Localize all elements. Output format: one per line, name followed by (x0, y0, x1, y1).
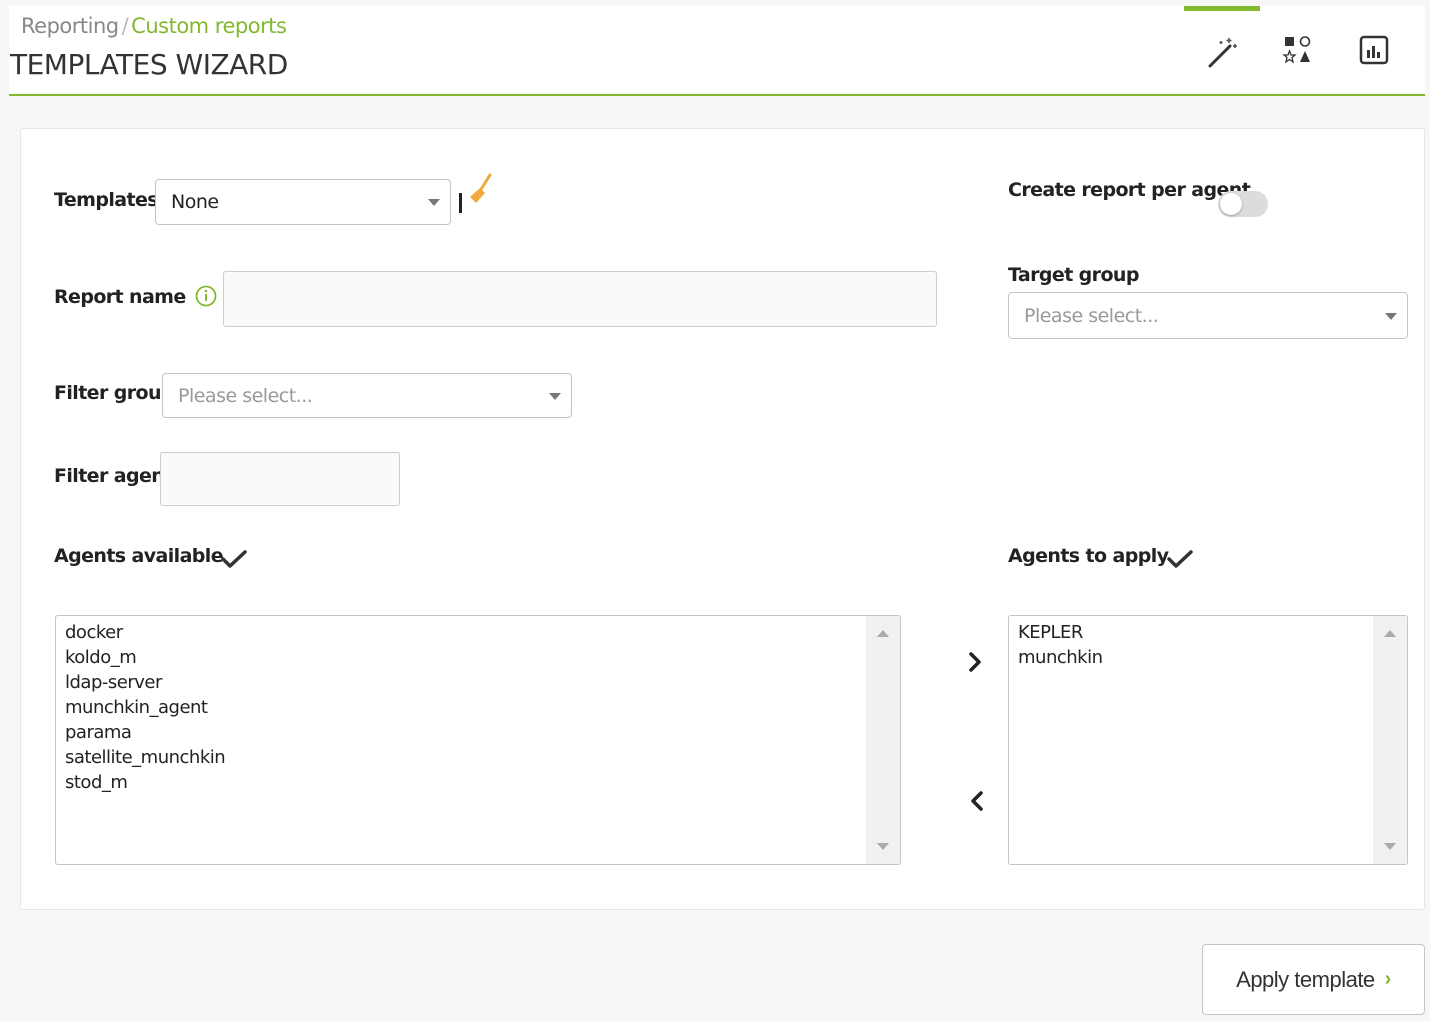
report-name-label: Report name (54, 286, 186, 308)
report-name-input[interactable] (223, 271, 937, 327)
tab-wizard[interactable] (1184, 6, 1260, 94)
chevron-down-icon (549, 392, 561, 400)
breadcrumb-reporting[interactable]: Reporting (21, 14, 119, 38)
chevron-right-icon (969, 652, 981, 672)
list-item[interactable]: munchkin_agent (65, 695, 891, 720)
target-group-placeholder: Please select... (1024, 304, 1159, 327)
shapes-icon (1282, 36, 1311, 64)
move-right-button[interactable] (960, 645, 990, 679)
page-header: Reporting / Custom reports TEMPLATES WIZAR… (9, 6, 1425, 96)
chevron-down-icon (428, 199, 440, 206)
tab-reports[interactable] (1336, 6, 1412, 94)
divider (459, 193, 462, 213)
apply-template-label: Apply template (1236, 966, 1375, 992)
filter-group-select[interactable]: Please select... (162, 373, 572, 418)
scrollbar[interactable] (866, 616, 900, 864)
chevron-right-icon: › (1384, 968, 1392, 990)
filter-agent-input[interactable] (160, 452, 400, 506)
wizard-panel: Templates None Report name Filter group … (20, 128, 1425, 910)
scroll-up-icon[interactable] (877, 630, 889, 637)
list-item[interactable]: parama (65, 720, 891, 745)
list-item[interactable]: docker (65, 620, 891, 645)
agents-to-apply-list[interactable]: KEPLER munchkin (1008, 615, 1408, 865)
scroll-up-icon[interactable] (1384, 630, 1396, 637)
templates-label: Templates (54, 189, 159, 211)
breadcrumb: Reporting / Custom reports (21, 14, 287, 38)
templates-select[interactable]: None (155, 179, 451, 225)
chevron-left-icon (971, 791, 983, 811)
move-left-button[interactable] (962, 784, 992, 818)
create-per-agent-label: Create report per agent (1008, 179, 1251, 201)
breadcrumb-separator: / (121, 14, 129, 38)
agents-available-label: Agents available (54, 545, 224, 567)
report-icon (1359, 35, 1389, 65)
list-item[interactable]: koldo_m (65, 645, 891, 670)
select-all-check-icon[interactable] (1167, 549, 1193, 569)
scrollbar[interactable] (1373, 616, 1407, 864)
templates-selected-value: None (171, 191, 219, 213)
broom-icon[interactable] (466, 173, 494, 207)
chevron-down-icon (1385, 312, 1397, 320)
agents-to-apply-label: Agents to apply (1008, 545, 1169, 567)
scroll-down-icon[interactable] (877, 843, 889, 850)
toggle-knob (1220, 193, 1242, 215)
list-item[interactable]: ldap-server (65, 670, 891, 695)
list-item[interactable]: satellite_munchkin (65, 745, 891, 770)
filter-agent-label: Filter agent (54, 465, 173, 487)
filter-group-label: Filter group (54, 382, 175, 404)
tab-templates[interactable] (1260, 6, 1336, 94)
breadcrumb-custom-reports[interactable]: Custom reports (131, 14, 287, 38)
scroll-down-icon[interactable] (1384, 843, 1396, 850)
available-items: docker koldo_m ldap-server munchkin_agent pa… (56, 616, 900, 799)
filter-group-placeholder: Please select... (178, 384, 313, 407)
agents-available-list[interactable]: docker koldo_m ldap-server munchkin_agent pa… (55, 615, 901, 865)
list-item[interactable]: stod_m (65, 770, 891, 795)
magic-wand-icon (1208, 37, 1237, 67)
info-icon[interactable] (195, 285, 217, 307)
apply-items: KEPLER munchkin (1009, 616, 1407, 674)
target-group-select[interactable]: Please select... (1008, 292, 1408, 339)
select-all-check-icon[interactable] (221, 549, 247, 569)
apply-template-button[interactable]: Apply template › (1202, 944, 1425, 1015)
create-per-agent-toggle[interactable] (1218, 191, 1268, 217)
page-title: TEMPLATES WIZARD (10, 48, 288, 81)
list-item[interactable]: KEPLER (1018, 620, 1398, 645)
target-group-label: Target group (1008, 264, 1139, 286)
list-item[interactable]: munchkin (1018, 645, 1398, 670)
